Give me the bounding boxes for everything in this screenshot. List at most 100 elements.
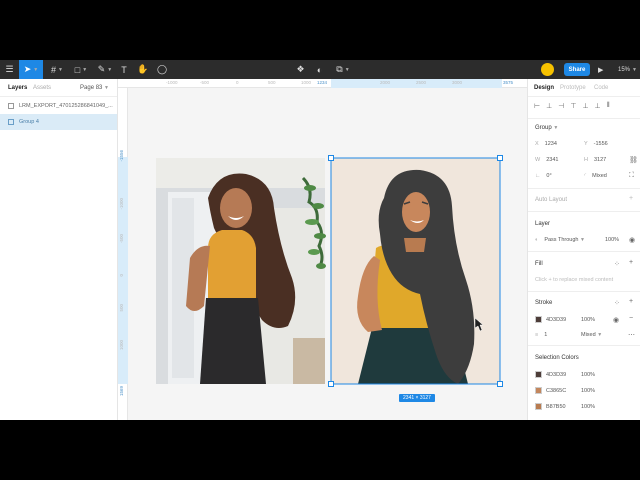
chevron-down-icon: ▼ [58, 66, 63, 73]
tab-design[interactable]: Design [534, 85, 554, 91]
photo-face [220, 188, 252, 228]
resize-handle[interactable] [328, 381, 334, 387]
layer-name: LRM_EXPORT_47012528684104​9_... [19, 103, 113, 109]
corner-radius-field[interactable]: ◜ Mixed [584, 173, 607, 179]
add-fill-icon[interactable]: + [629, 259, 633, 266]
ruler-tick-label: 1569 [119, 386, 124, 397]
tab-assets[interactable]: Assets [33, 85, 51, 91]
share-button[interactable]: Share [564, 63, 590, 76]
tab-code[interactable]: Code [594, 85, 608, 91]
resize-handle[interactable] [328, 155, 334, 161]
blend-mode-dropdown[interactable]: ◐ Pass Through ▼ [535, 237, 585, 243]
add-auto-layout-icon[interactable]: + [629, 195, 633, 202]
visibility-eye-icon[interactable]: ◉ [629, 236, 635, 244]
avatar[interactable] [541, 63, 554, 76]
selection-color-opacity[interactable]: 100% [581, 388, 595, 394]
ruler-tick-label: 1000 [119, 340, 124, 351]
page-selector[interactable]: Page 83 ▼ [80, 85, 109, 91]
visibility-eye-icon[interactable]: ◉ [613, 316, 619, 324]
width-field[interactable]: W 2341 [535, 157, 558, 163]
design-panel: Design Prototype Code ⊢ ⊥ ⊣ ⊤ ⊥ ⊥ ⫴ Grou… [527, 79, 640, 420]
mask-tool-button[interactable]: ◐ [313, 60, 326, 79]
zoom-dropdown[interactable]: 15% ▼ [618, 60, 637, 79]
comment-tool-button[interactable]: ◯ [155, 60, 169, 79]
component-tool-button[interactable]: ❖ [294, 60, 307, 79]
independent-corners-icon[interactable]: ⛶ [629, 172, 634, 180]
selection-color-hex[interactable]: B87B50 [546, 404, 566, 410]
radius-value: Mixed [592, 173, 607, 179]
ruler-tick-label: 3575 [503, 80, 514, 85]
add-stroke-icon[interactable]: + [629, 298, 633, 305]
canvas[interactable]: 2341 × 3127 [128, 88, 527, 420]
figma-window: ☰ ➤ ▼ # ▼ □ ▼ ✎ ▼ T ✋ ◯ ❖ ◐ ⧉ ▼ Share ▶ … [0, 60, 640, 420]
hand-tool-button[interactable]: ✋ [136, 60, 150, 79]
selection-color-hex[interactable]: 4D3D39 [546, 372, 566, 378]
photo-jeans [200, 298, 266, 384]
divider [528, 251, 640, 252]
layer-row-selected[interactable]: Group 4 [0, 114, 117, 130]
align-right-icon[interactable]: ⊣ [558, 102, 564, 110]
stroke-color-swatch[interactable] [535, 316, 542, 323]
resize-handle[interactable] [497, 381, 503, 387]
selection-color-opacity[interactable]: 100% [581, 372, 595, 378]
ruler-tick-label: 500 [268, 80, 276, 85]
chevron-down-icon: ▼ [107, 66, 113, 73]
corner-radius-icon: ◜ [584, 173, 587, 179]
rotation-value: 0° [546, 173, 552, 179]
align-left-icon[interactable]: ⊢ [534, 102, 540, 110]
selection-color-opacity[interactable]: 100% [581, 404, 595, 410]
x-field[interactable]: X 1234 [535, 141, 557, 147]
layer-row[interactable]: LRM_EXPORT_47012528684104​9_... [0, 98, 117, 114]
align-center-v-icon[interactable]: ⊥ [582, 102, 588, 110]
group-dropdown[interactable]: Group ▼ [535, 125, 558, 131]
reference-photo[interactable] [156, 158, 326, 384]
resize-handle[interactable] [497, 155, 503, 161]
align-bottom-icon[interactable]: ⊥ [595, 102, 601, 110]
stroke-weight-field[interactable]: ≡ 1 [535, 332, 547, 338]
stroke-color-hex[interactable]: 4D3D39 [546, 317, 566, 323]
illustration-neck [404, 238, 426, 252]
distribute-icon[interactable]: ⫴ [607, 102, 610, 110]
present-button[interactable]: ▶ [598, 60, 603, 79]
hamburger-menu-icon[interactable]: ☰ [0, 60, 19, 79]
rotation-icon: ∟ [535, 173, 541, 179]
height-field[interactable]: H 3127 [584, 157, 606, 163]
remove-stroke-icon[interactable]: − [629, 315, 633, 322]
layers-panel: Layers Assets Page 83 ▼ LRM_EXPORT_47012… [0, 79, 118, 420]
chevron-down-icon: ▼ [104, 85, 109, 91]
illustration-group[interactable] [328, 155, 503, 387]
stroke-opacity[interactable]: 100% [581, 317, 595, 323]
rotation-field[interactable]: ∟ 0° [535, 173, 552, 179]
y-field[interactable]: Y -1556 [584, 141, 608, 147]
align-top-icon[interactable]: ⊤ [570, 102, 576, 110]
selection-color-hex[interactable]: C3865C [546, 388, 566, 394]
x-value: 1234 [544, 141, 557, 147]
text-tool-button[interactable]: T [117, 60, 131, 79]
tab-layers[interactable]: Layers [8, 85, 27, 91]
layer-opacity-field[interactable]: 100% [605, 237, 619, 243]
ruler-tick-label: -1556 [119, 150, 124, 162]
tab-prototype[interactable]: Prototype [560, 85, 586, 91]
pen-tool-button[interactable]: ✎ ▼ [94, 60, 116, 79]
selection-color-swatch[interactable] [535, 403, 542, 410]
frame-tool-button[interactable]: # ▼ [46, 60, 68, 79]
selection-color-swatch[interactable] [535, 387, 542, 394]
align-center-h-icon[interactable]: ⊥ [546, 102, 552, 110]
chevron-down-icon: ▼ [344, 66, 350, 73]
page-label: Page 83 [80, 85, 103, 91]
more-options-icon[interactable]: ⋯ [628, 331, 635, 339]
styles-icon[interactable]: ⁘ [614, 260, 620, 268]
shape-tool-button[interactable]: □ ▼ [70, 60, 92, 79]
stroke-style-dropdown[interactable]: Mixed ▼ [581, 332, 602, 338]
move-tool-button[interactable]: ➤ ▼ [19, 60, 43, 79]
selection-color-swatch[interactable] [535, 371, 542, 378]
constrain-proportions-icon[interactable]: ⛓ [629, 156, 638, 164]
ruler-tick-label: 2000 [380, 80, 391, 85]
x-label: X [535, 141, 539, 147]
boolean-tool-button[interactable]: ⧉ ▼ [333, 60, 353, 79]
alignment-toolbar: ⊢ ⊥ ⊣ ⊤ ⊥ ⊥ ⫴ [528, 99, 640, 113]
chevron-down-icon: ▼ [632, 66, 637, 73]
styles-icon[interactable]: ⁘ [614, 299, 620, 307]
ruler-tick-label: -1000 [166, 80, 178, 85]
w-value: 2341 [546, 157, 559, 163]
